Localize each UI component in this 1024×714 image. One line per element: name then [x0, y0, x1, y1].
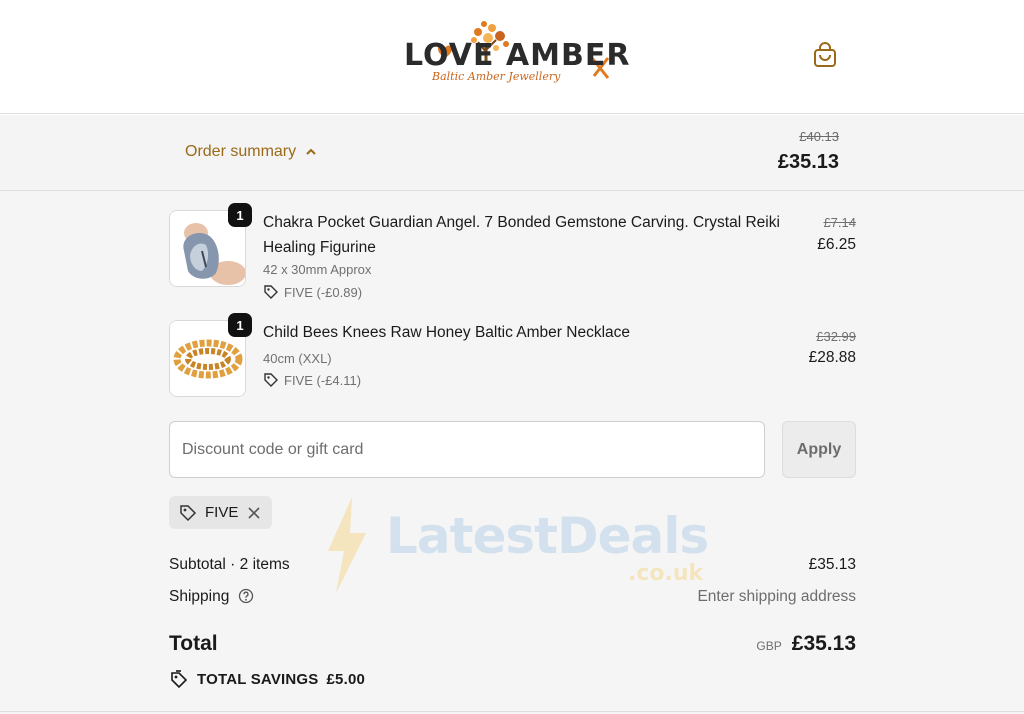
close-icon — [248, 506, 260, 519]
savings-label: TOTAL SAVINGS — [197, 670, 319, 688]
item-discount-label: FIVE (-£4.11) — [284, 372, 362, 388]
summary-total: £35.13 — [777, 151, 839, 173]
applied-discount-chip: FIVE — [169, 496, 273, 529]
discount-code-input[interactable] — [169, 421, 765, 478]
cart-button[interactable] — [810, 40, 840, 70]
site-header: LOVE AMBER Baltic Amber Jewellery — [0, 0, 1024, 114]
double-tag-icon — [171, 670, 188, 689]
tag-icon — [180, 504, 197, 521]
item-discount: FIVE (-£4.11) — [263, 372, 361, 388]
shipping-row: Shipping Enter shipping address — [169, 588, 856, 606]
logo-wordmark: LOVE AMBER — [404, 38, 631, 73]
total-savings: TOTAL SAVINGS £5.00 — [169, 669, 365, 689]
item-title: Chakra Pocket Guardian Angel. 7 Bonded G… — [263, 214, 780, 256]
summary-original-total: £40.13 — [799, 129, 839, 144]
chevron-up-icon — [306, 148, 316, 155]
love-amber-logo[interactable]: LOVE AMBER Baltic Amber Jewellery — [404, 18, 629, 88]
line-item: 1 Chakra Pocket Guardian Angel. 7 Bonded… — [169, 203, 856, 300]
shopping-bag-icon — [814, 42, 836, 67]
savings-value: £5.00 — [326, 670, 366, 688]
logo-tagline: Baltic Amber Jewellery — [432, 70, 561, 83]
question-circle-icon — [238, 588, 253, 604]
shipping-label: Shipping — [169, 588, 230, 605]
total-label: Total — [169, 632, 218, 655]
subtotal-value: £35.13 — [808, 556, 856, 573]
remove-discount-button[interactable] — [246, 505, 262, 521]
total-amount: GBP £35.13 — [756, 632, 856, 656]
order-summary-panel: 1 Chakra Pocket Guardian Angel. 7 Bonded… — [0, 191, 1024, 714]
order-summary-bar: Order summary £40.13 £35.13 — [0, 115, 1024, 191]
item-price: £28.88 — [808, 349, 856, 366]
item-discount-label: FIVE (-£0.89) — [284, 284, 363, 300]
item-variant: 42 x 30mm Approx — [263, 262, 372, 277]
item-price: £6.25 — [817, 236, 856, 253]
line-item: 1 Child Bees Knees Raw Honey Baltic Ambe… — [169, 313, 856, 400]
item-title: Child Bees Knees Raw Honey Baltic Amber … — [263, 324, 631, 341]
tag-icon — [264, 373, 278, 387]
shipping-help-button[interactable] — [238, 588, 254, 604]
order-summary-toggle[interactable]: Order summary — [185, 143, 318, 161]
currency-code: GBP — [756, 639, 782, 653]
apply-discount-button[interactable]: Apply — [782, 421, 856, 478]
item-original-price: £32.99 — [816, 329, 856, 344]
order-summary-label: Order summary — [185, 143, 297, 160]
lightning-bolt-icon — [328, 497, 366, 593]
total-row: Total GBP £35.13 — [169, 632, 856, 656]
bottom-divider — [0, 711, 1024, 712]
item-original-price: £7.14 — [823, 215, 856, 230]
latestdeals-watermark: LatestDeals .co.uk — [322, 491, 712, 601]
quantity-badge: 1 — [228, 203, 252, 227]
tag-icon — [264, 285, 278, 299]
applied-code-label: FIVE — [205, 504, 239, 521]
item-discount: FIVE (-£0.89) — [263, 284, 362, 300]
item-variant: 40cm (XXL) — [263, 351, 332, 366]
shipping-value: Enter shipping address — [697, 588, 856, 605]
quantity-badge: 1 — [228, 313, 252, 337]
subtotal-label: Subtotal · 2 items — [169, 556, 290, 573]
total-value: £35.13 — [791, 632, 856, 655]
subtotal-row: Subtotal · 2 items £35.13 — [169, 556, 856, 574]
